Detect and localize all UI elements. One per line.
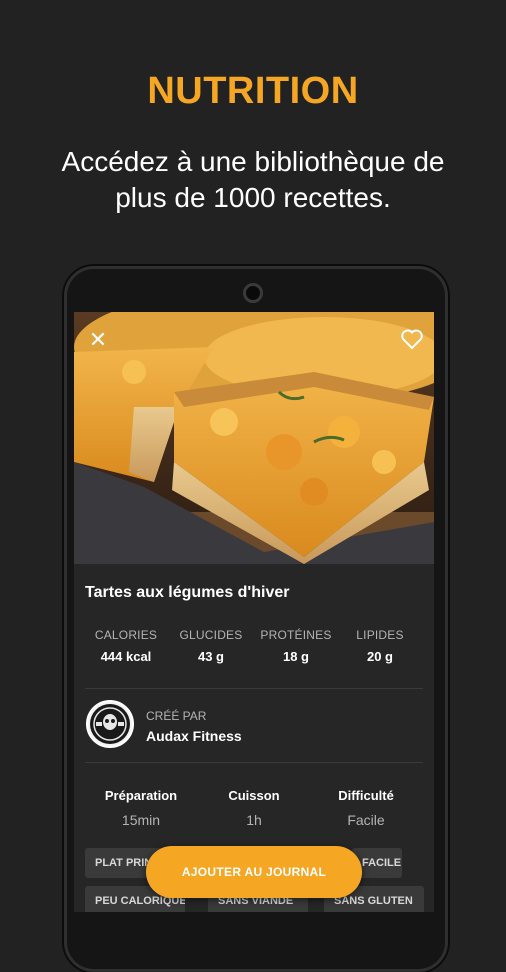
macro-calories: CALORIES 444 kcal	[86, 628, 166, 664]
info-preparation: Préparation 15min	[81, 788, 201, 828]
macro-proteines: PROTÉINES 18 g	[256, 628, 336, 664]
info-value: 15min	[121, 812, 161, 828]
promo-subline: Accédez à une bibliothèque de plus de 10…	[61, 146, 445, 213]
info-label: Préparation	[104, 788, 178, 803]
macro-label: LIPIDES	[356, 628, 404, 642]
info-label: Difficulté	[338, 788, 394, 803]
add-to-journal-button[interactable]: AJOUTER AU JOURNAL	[146, 846, 362, 898]
info-difficulte: Difficulté Facile	[306, 788, 426, 828]
divider	[85, 762, 423, 763]
divider	[85, 688, 423, 689]
macro-label: CALORIES	[94, 628, 158, 642]
close-icon[interactable]: ✕	[88, 329, 108, 351]
macro-value: 20 g	[366, 649, 393, 664]
macro-label: GLUCIDES	[179, 628, 243, 642]
heart-icon[interactable]	[400, 328, 424, 350]
recipe-screen: ✕ Tartes aux légumes d'hiver CALORIES 44…	[74, 312, 434, 912]
info-cuisson: Cuisson 1h	[194, 788, 314, 828]
macros-row: CALORIES 444 kcal GLUCIDES 43 g PROTÉINE…	[74, 628, 434, 668]
macro-value: 43 g	[197, 649, 224, 664]
promo-headline: NUTRITION	[147, 70, 359, 112]
info-value: Facile	[347, 812, 385, 828]
macro-lipides: LIPIDES 20 g	[340, 628, 420, 664]
info-value: 1h	[246, 812, 262, 828]
created-by-label: CRÉÉ PAR	[146, 709, 207, 723]
macro-label: PROTÉINES	[260, 628, 332, 642]
macro-value: 18 g	[282, 649, 309, 664]
macro-glucides: GLUCIDES 43 g	[171, 628, 251, 664]
macro-value: 444 kcal	[100, 649, 152, 664]
creator-avatar[interactable]	[86, 700, 134, 748]
info-label: Cuisson	[228, 788, 280, 803]
creator-name[interactable]: Audax Fitness	[146, 728, 242, 744]
recipe-photo	[74, 312, 434, 564]
front-camera	[243, 283, 263, 303]
recipe-title: Tartes aux légumes d'hiver	[85, 584, 290, 601]
